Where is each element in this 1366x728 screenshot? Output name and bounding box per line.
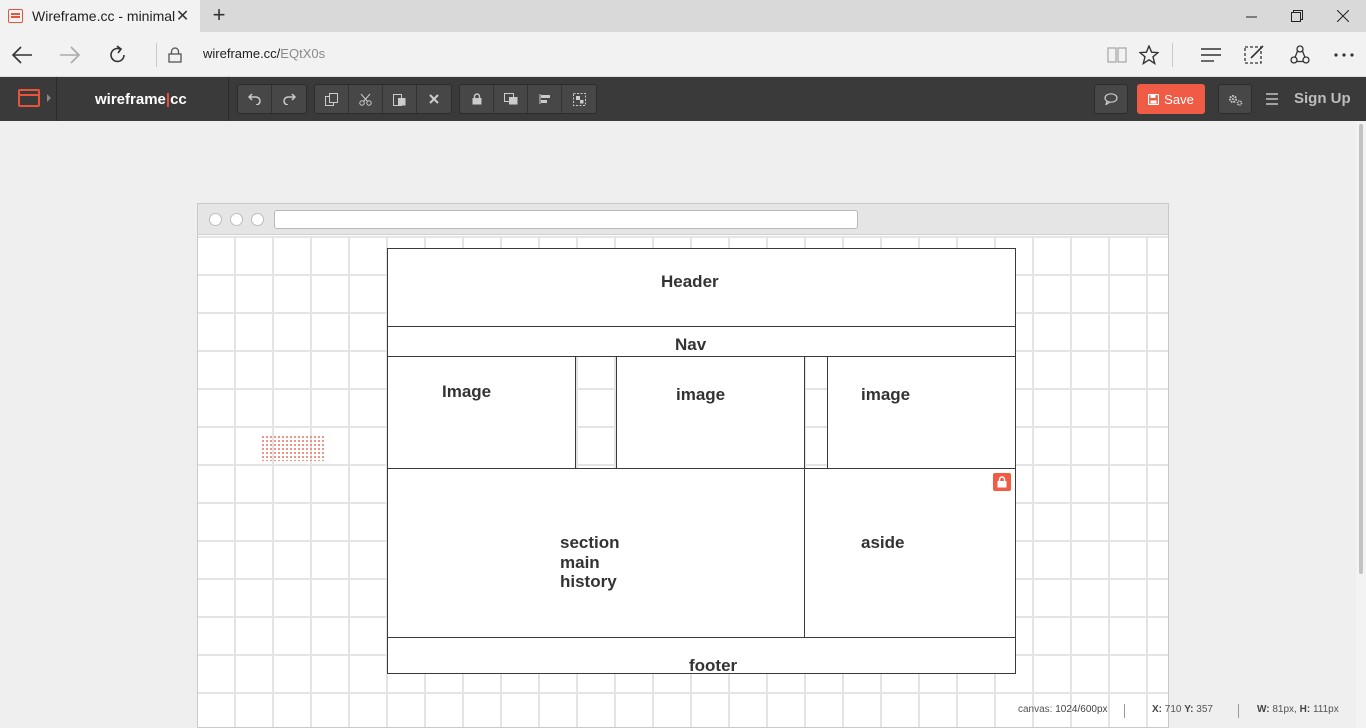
wireframe-favicon-icon [8,9,24,23]
aside-label: aside [861,533,905,552]
caret-right-icon [47,94,51,102]
mock-url-bar [274,210,858,229]
group-icon[interactable] [562,85,596,113]
lock-element-icon[interactable] [460,85,494,113]
section-label-line3: history [560,572,617,591]
locked-badge-icon[interactable] [993,473,1011,491]
speech-bubble-icon [1104,93,1118,105]
image-label-1: Image [442,382,492,401]
more-options-icon[interactable] [1324,32,1364,77]
mock-browser-bar [198,204,1168,235]
arrange-button-group [459,84,597,114]
image-label-3: image [861,385,911,404]
section-label-line2: main [560,553,600,572]
wireframe-image-box-3[interactable]: image [827,356,1016,469]
selection-dotted-area[interactable] [261,435,325,461]
redo-icon[interactable] [272,85,306,113]
browser-tab-strip: Wireframe.cc - minimal ✕ + [0,0,1366,32]
back-arrow-icon[interactable] [2,32,42,77]
logo-menu-button[interactable] [0,77,57,121]
wireframe-aside-box[interactable]: aside [804,468,1016,638]
cursor-position-readout: X: 710 Y: 357 [1152,704,1213,715]
duplicate-icon[interactable] [315,85,349,113]
status-bar: canvas: 1024/600px X: 710 Y: 357 W: 81px… [1000,704,1356,720]
paste-icon[interactable] [383,85,417,113]
tab-title: Wireframe.cc - minimal [32,8,176,24]
settings-button[interactable] [1218,84,1252,114]
brand-right: cc [170,91,187,108]
close-window-icon[interactable] [1320,0,1366,32]
save-label: Save [1164,91,1194,107]
mock-window-dot [209,213,222,226]
mock-window-dot [251,213,264,226]
share-icon[interactable] [1280,32,1320,77]
brand-left: wireframe [95,91,166,108]
wireframe-footer-box[interactable]: footer [387,637,1016,675]
undo-icon[interactable] [238,85,272,113]
sign-up-link[interactable]: Sign Up [1294,90,1351,107]
hamburger-menu-icon[interactable] [1265,92,1279,106]
browser-tab[interactable]: Wireframe.cc - minimal ✕ [0,0,200,32]
image-label-2: image [676,385,726,404]
floppy-disk-icon [1148,93,1160,105]
mock-window-dot [230,213,243,226]
app-toolbar: wireframe|cc Save Sign Up [0,77,1366,121]
hub-icon[interactable] [1191,32,1231,77]
wireframe-image-box-2[interactable]: image [616,356,805,469]
comment-button[interactable] [1094,84,1128,114]
header-label: Header [661,272,719,291]
url-path: EQtX0s [280,46,326,61]
minimize-window-icon[interactable] [1228,0,1274,32]
footer-label: footer [689,656,738,675]
lock-icon [155,32,195,77]
selection-size-readout: W: 81px, H: 111px [1257,704,1339,715]
canvas-size-readout: canvas: 1024/600px [1018,704,1108,715]
bring-front-icon[interactable] [494,85,528,113]
tab-close-icon[interactable]: ✕ [175,6,190,26]
forward-arrow-icon[interactable] [50,32,90,77]
delete-icon[interactable] [417,85,451,113]
scrollbar-thumb[interactable] [1359,124,1363,574]
restore-window-icon[interactable] [1274,0,1320,32]
wireframe-section-box[interactable]: section main history [387,468,805,638]
section-label-line1: section [560,533,620,552]
cut-icon[interactable] [349,85,383,113]
url-field[interactable]: wireframe.cc/EQtX0s [203,46,325,61]
history-button-group [237,84,307,114]
nav-label: Nav [675,335,707,354]
wireframe-image-box-1[interactable]: Image [387,356,576,469]
refresh-icon[interactable] [98,32,138,77]
wireframe-nav-box[interactable]: Nav [387,326,1016,357]
gears-icon [1228,94,1242,106]
brand-name: wireframe|cc [95,91,187,108]
new-tab-button[interactable]: + [208,4,230,28]
web-note-icon[interactable] [1235,32,1275,77]
clipboard-button-group [314,84,452,114]
save-button[interactable]: Save [1137,84,1205,114]
align-icon[interactable] [528,85,562,113]
wireframe-logo-icon [18,89,40,107]
wireframe-header-box[interactable]: Header [387,248,1016,327]
url-host: wireframe.cc/ [203,46,281,61]
favorite-star-icon[interactable] [1129,32,1169,77]
browser-address-bar: wireframe.cc/EQtX0s [0,32,1366,77]
